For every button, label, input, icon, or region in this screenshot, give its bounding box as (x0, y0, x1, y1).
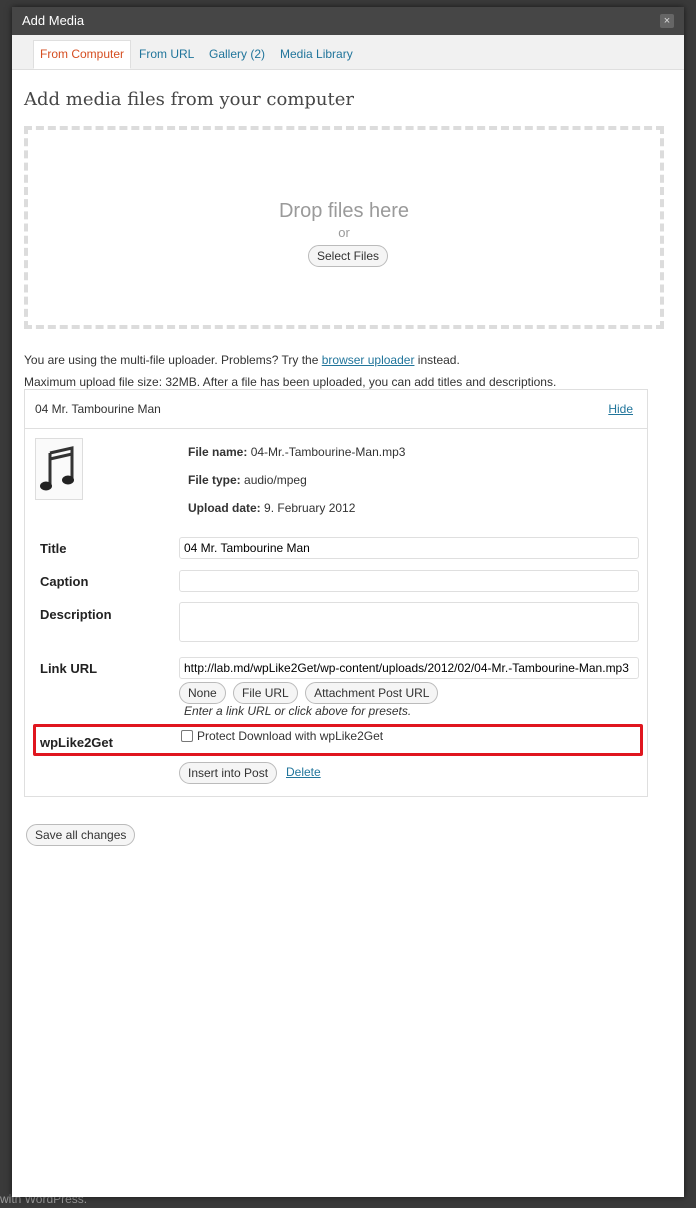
dialog-title: Add Media (22, 13, 85, 28)
upload-date-value: 9. February 2012 (264, 501, 356, 515)
uploader-notice-prefix: You are using the multi-file uploader. P… (24, 353, 322, 367)
close-icon[interactable]: × (660, 14, 674, 28)
media-tabs: From Computer From URL Gallery (2) Media… (12, 35, 684, 70)
tab-from-url[interactable]: From URL (133, 41, 200, 68)
title-label: Title (40, 541, 67, 556)
description-label: Description (40, 607, 112, 622)
preset-attachment-post-url-button[interactable]: Attachment Post URL (305, 682, 439, 704)
tab-media-library[interactable]: Media Library (274, 41, 359, 68)
dialog-titlebar: Add Media × (12, 7, 684, 35)
hide-link[interactable]: Hide (608, 402, 633, 416)
uploader-notice: You are using the multi-file uploader. P… (24, 353, 460, 367)
upload-date-label: Upload date: (188, 501, 261, 515)
file-name-label: File name: (188, 445, 248, 459)
tab-from-computer[interactable]: From Computer (33, 40, 132, 69)
link-url-label: Link URL (40, 661, 98, 676)
caption-input[interactable] (179, 570, 639, 592)
drop-or-text: or (338, 225, 350, 240)
uploader-notice-suffix: instead. (414, 353, 460, 367)
tab-gallery[interactable]: Gallery (2) (203, 41, 271, 68)
select-files-button[interactable]: Select Files (308, 245, 389, 267)
page-title: Add media files from your computer (24, 89, 355, 110)
link-presets: None File URL Attachment Post URL (179, 682, 442, 704)
browser-uploader-link[interactable]: browser uploader (322, 353, 415, 367)
media-item-header: 04 Mr. Tambourine Man Hide (25, 390, 647, 429)
link-url-hint: Enter a link URL or click above for pres… (184, 704, 412, 718)
description-textarea[interactable] (179, 602, 639, 642)
delete-link[interactable]: Delete (286, 765, 321, 779)
preset-file-url-button[interactable]: File URL (233, 682, 298, 704)
wplike2get-label: wpLike2Get (40, 735, 113, 750)
drop-files-title: Drop files here (278, 200, 410, 222)
caption-label: Caption (40, 574, 89, 589)
media-item: 04 Mr. Tambourine Man Hide File name: 04… (24, 389, 648, 797)
add-media-dialog: Add Media × From Computer From URL Galle… (12, 7, 684, 1197)
title-input[interactable]: 04 Mr. Tambourine Man (179, 537, 639, 559)
upload-date-row: Upload date: 9. February 2012 (188, 501, 355, 515)
music-note-icon (35, 438, 83, 500)
media-item-title: 04 Mr. Tambourine Man (35, 402, 161, 416)
file-type-label: File type: (188, 473, 241, 487)
save-all-changes-button[interactable]: Save all changes (26, 824, 136, 846)
drop-zone[interactable]: Drop files here or Select Files (24, 126, 664, 329)
insert-into-post-button[interactable]: Insert into Post (179, 762, 278, 784)
file-name-value: 04-Mr.-Tambourine-Man.mp3 (250, 445, 406, 459)
file-name-row: File name: 04-Mr.-Tambourine-Man.mp3 (188, 445, 405, 459)
link-url-input[interactable]: http://lab.md/wpLike2Get/wp-content/uplo… (179, 657, 639, 679)
protect-download-checkbox[interactable] (181, 730, 193, 742)
file-type-value: audio/mpeg (244, 473, 307, 487)
preset-none-button[interactable]: None (179, 682, 226, 704)
max-size-notice: Maximum upload file size: 32MB. After a … (24, 375, 557, 389)
protect-download-label[interactable]: Protect Download with wpLike2Get (197, 729, 383, 743)
file-type-row: File type: audio/mpeg (188, 473, 307, 487)
